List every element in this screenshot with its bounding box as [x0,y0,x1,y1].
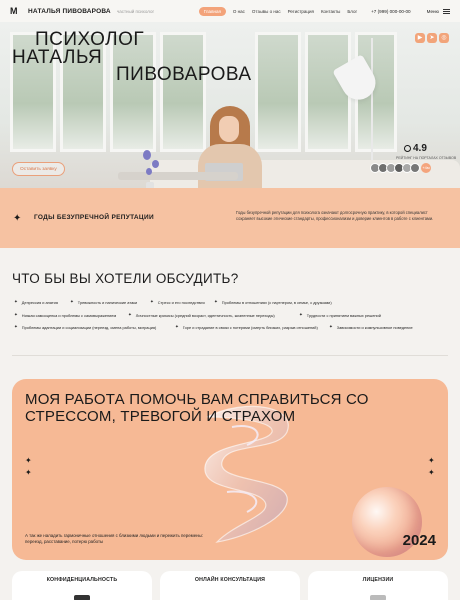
instagram-icon[interactable]: ◎ [439,33,449,43]
logo-icon[interactable]: M [10,6,22,16]
topic-item[interactable]: Низкая самооценка и проблемы с самовыраж… [14,312,116,318]
telegram-icon[interactable]: ➤ [427,33,437,43]
sparkle-icon: ✦ [428,468,435,477]
reputation-text: Годы безупречной репутации для психолога… [236,210,434,221]
brand-name[interactable]: НАТАЛЬЯ ПИВОВАРОВА [28,8,111,15]
menu-button[interactable]: Меню [426,8,450,14]
rating-caption: РЕЙТИНГ НА ПОРТАЛАХ ОТЗЫВОВ [396,156,457,160]
topic-item[interactable]: Проблемы в отношениях (с партнером, в се… [214,299,332,305]
feature-card-licenses[interactable]: ЛИЦЕНЗИИ [308,571,448,600]
brand-subtitle: частный психолог [116,8,155,14]
window-pane [160,32,206,152]
phone-link[interactable]: +7 (999) 000-00-00 [371,9,410,14]
avatar [410,163,420,173]
avatars-more-badge: +4м [421,163,431,173]
topic-item[interactable]: Зависимости и компульсивное поведение [329,324,413,330]
topics-title: ЧТО БЫ ВЫ ХОТЕЛИ ОБСУДИТЬ? [12,271,239,286]
reputation-title: ГОДЫ БЕЗУПРЕЧНОЙ РЕПУТАЦИИ [34,214,154,221]
nav-blog[interactable]: Блог [347,9,357,14]
nav-registration[interactable]: Регистрация [288,9,314,14]
nav-contacts[interactable]: Контакты [321,9,340,14]
feature-title: ОНЛАЙН КОНСУЛЬТАЦИЯ [194,577,266,583]
request-button[interactable]: Оставить заявку [12,162,65,176]
divider [12,355,448,356]
topic-item[interactable]: Депрессия и апатия [14,299,58,305]
main-nav: Главная О нас Отзывы о нас Регистрация К… [198,6,357,16]
stress-card-title: МОЯ РАБОТА ПОМОЧЬ ВАМ СПРАВИТЬСЯ СО СТРЕ… [25,391,369,425]
table [118,172,238,180]
portrait-face [219,116,239,142]
topic-item[interactable]: Тревожность и панические атаки [70,299,137,305]
nav-about[interactable]: О нас [233,9,245,14]
topic-item[interactable]: Трудности с принятием важных решений [299,312,381,318]
reviewer-avatars[interactable]: +4м [370,163,431,173]
feature-card-confidentiality[interactable]: КОНФИДЕНЦИАЛЬНОСТЬ [12,571,152,600]
feature-title: КОНФИДЕНЦИАЛЬНОСТЬ [46,577,118,583]
topic-item[interactable]: Личностные кризисы (средний возраст, иде… [128,312,275,318]
topic-item[interactable]: Стресс и его последствия [150,299,205,305]
rating-icon [404,145,411,152]
stress-card: МОЯ РАБОТА ПОМОЧЬ ВАМ СПРАВИТЬСЯ СО СТРЕ… [12,379,448,560]
sparkle-icon: ✦ [25,456,32,465]
rating-value: 4.9 [413,143,427,154]
feature-icon [74,595,90,600]
hero-title-line3: ПИВОВАРОВА [116,64,252,85]
nav-home[interactable]: Главная [198,6,226,16]
floor-lamp [371,38,373,168]
sparkle-icon: ✦ [428,456,435,465]
sparkle-icon: ✦ [13,213,22,224]
window-pane [255,32,301,152]
topic-item[interactable]: Горе и страдание в связи с потерями (сме… [175,324,318,330]
stress-card-text: А так же наладить гармоничные отношения … [25,533,203,544]
menu-label: Меню [426,8,439,14]
topic-item[interactable]: Проблемы адаптации и социализации (перее… [14,324,157,330]
hero-title-line2: НАТАЛЬЯ [12,47,103,68]
flower [146,168,152,175]
stress-card-year: 2024 [402,532,436,549]
flower [143,150,151,160]
youtube-icon[interactable]: ▶ [415,33,425,43]
nav-reviews[interactable]: Отзывы о нас [252,9,281,14]
hamburger-icon [443,8,450,14]
feature-icon [370,595,386,600]
feature-card-online[interactable]: ОНЛАЙН КОНСУЛЬТАЦИЯ [160,571,300,600]
flower [152,160,159,168]
feature-title: ЛИЦЕНЗИИ [362,577,394,583]
sparkle-icon: ✦ [25,468,32,477]
site-header: M НАТАЛЬЯ ПИВОВАРОВА частный психолог Гл… [0,0,460,22]
